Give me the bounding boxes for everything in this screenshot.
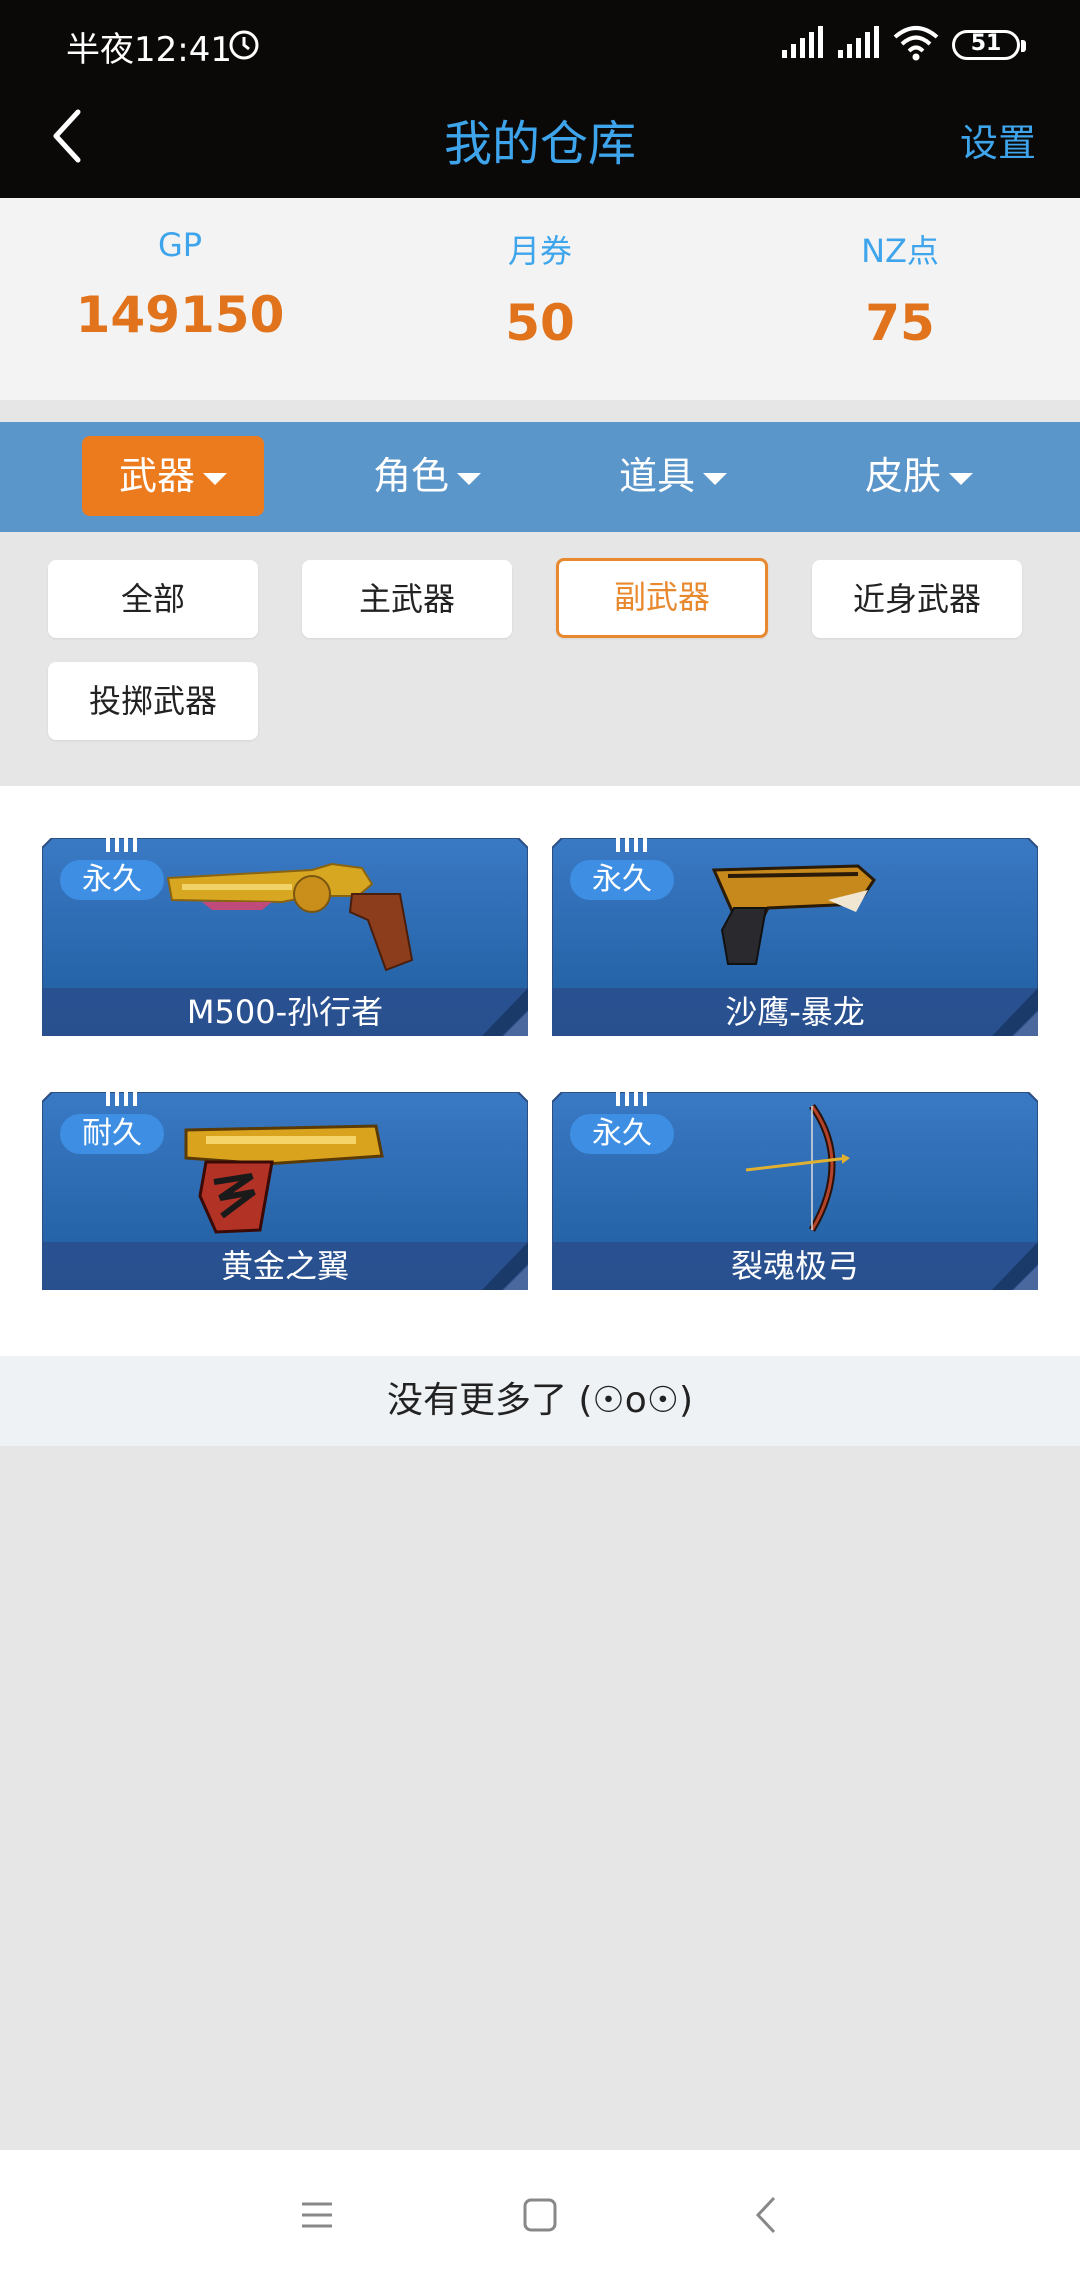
card-stripes-icon xyxy=(616,838,647,852)
revolver-icon xyxy=(166,862,414,972)
durability-badge: 耐久 xyxy=(60,1114,164,1154)
back-icon[interactable] xyxy=(742,2190,792,2240)
bow-icon xyxy=(745,1103,850,1232)
card-stripes-icon xyxy=(106,838,137,852)
battery-level: 51 xyxy=(970,31,1002,56)
category-bar: 武器 角色 道具 皮肤 xyxy=(0,422,1080,532)
filter-all[interactable]: 全部 xyxy=(48,560,258,638)
currency-label: NZ点 xyxy=(861,232,939,270)
dropdown-arrow-icon xyxy=(203,472,227,485)
status-time: 半夜12:41 xyxy=(66,30,232,70)
dragon-pistol-icon xyxy=(711,864,876,965)
durability-badge: 永久 xyxy=(570,860,674,900)
category-label: 皮肤 xyxy=(864,454,941,498)
currency-label: GP xyxy=(157,226,203,264)
filter-secondary[interactable]: 副武器 xyxy=(556,558,768,638)
weapon-filter-panel: 全部 主武器 副武器 近身武器 投掷武器 xyxy=(0,532,1080,786)
currency-panel: GP 149150 月券 50 NZ点 75 xyxy=(0,198,1080,400)
item-card[interactable]: 耐久 黄金之翼 xyxy=(42,1092,528,1290)
category-tab-roles[interactable]: 角色 xyxy=(336,436,518,516)
dropdown-arrow-icon xyxy=(949,472,973,485)
item-card[interactable]: 永久 M500-孙行者 xyxy=(42,838,528,1036)
currency-value: 75 xyxy=(865,294,935,352)
category-label: 角色 xyxy=(372,454,449,498)
card-stripes-icon xyxy=(616,1092,647,1106)
currency-nz: NZ点 75 xyxy=(720,226,1080,352)
no-more-message: 没有更多了 (☉o☉) xyxy=(0,1356,1080,1446)
home-icon[interactable] xyxy=(515,2190,565,2240)
wifi-icon xyxy=(893,26,939,61)
item-name: 裂魂极弓 xyxy=(730,1247,859,1285)
item-card[interactable]: 永久 裂魂极弓 xyxy=(552,1092,1038,1290)
currency-voucher: 月券 50 xyxy=(360,226,720,352)
durability-badge: 永久 xyxy=(570,1114,674,1154)
empty-area xyxy=(0,1446,1080,2150)
dropdown-arrow-icon xyxy=(703,472,727,485)
item-card[interactable]: 永久 沙鹰-暴龙 xyxy=(552,838,1038,1036)
card-stripes-icon xyxy=(106,1092,137,1106)
top-bar: 半夜12:41 51 我的仓库 设置 xyxy=(0,0,1080,198)
category-label: 道具 xyxy=(618,454,695,498)
battery-icon: 51 xyxy=(952,30,1026,60)
filter-melee[interactable]: 近身武器 xyxy=(812,560,1022,638)
item-name: 黄金之翼 xyxy=(220,1247,349,1285)
currency-gp: GP 149150 xyxy=(0,226,360,344)
category-label: 武器 xyxy=(118,454,195,498)
category-tab-items[interactable]: 道具 xyxy=(582,436,764,516)
signal-icon xyxy=(782,26,823,58)
menu-icon[interactable] xyxy=(292,2190,342,2240)
filter-throwing[interactable]: 投掷武器 xyxy=(48,662,258,740)
golden-pistol-icon xyxy=(184,1124,384,1234)
item-grid: 永久 M500-孙行者 永久 沙鹰-暴龙 耐久 黄金之翼 永久 裂魂极弓 xyxy=(0,786,1080,1356)
signal-icon xyxy=(838,26,879,58)
category-tab-skins[interactable]: 皮肤 xyxy=(828,436,1010,516)
settings-button[interactable]: 设置 xyxy=(960,112,1036,167)
page-title: 我的仓库 xyxy=(443,116,636,172)
currency-value: 149150 xyxy=(75,286,285,344)
system-nav-bar xyxy=(0,2150,1080,2280)
filter-primary[interactable]: 主武器 xyxy=(302,560,512,638)
currency-value: 50 xyxy=(505,294,575,352)
dropdown-arrow-icon xyxy=(457,472,481,485)
status-bar: 半夜12:41 51 xyxy=(0,0,1080,90)
category-tab-weapons[interactable]: 武器 xyxy=(82,436,264,516)
item-name: 沙鹰-暴龙 xyxy=(725,993,865,1031)
alarm-icon xyxy=(229,30,259,60)
item-name: M500-孙行者 xyxy=(186,993,384,1031)
currency-label: 月券 xyxy=(507,232,572,270)
durability-badge: 永久 xyxy=(60,860,164,900)
